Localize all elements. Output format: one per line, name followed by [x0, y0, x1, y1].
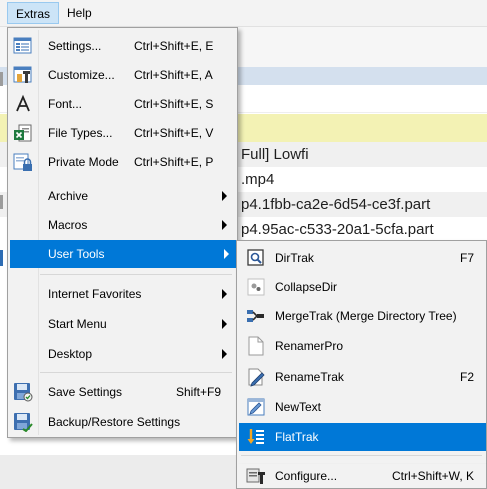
menu-item-label: Internet Favorites — [48, 287, 142, 301]
submenu-arrow-icon — [222, 349, 227, 359]
menu-item-backup-restore-settings[interactable]: Backup/Restore Settings — [10, 408, 235, 436]
menu-item-flattrak[interactable]: FlatTrak — [239, 423, 486, 451]
menu-item-internet-favorites[interactable]: Internet Favorites — [10, 280, 235, 308]
menu-item-label: CollapseDir — [275, 279, 338, 294]
menu-item-shortcut: Ctrl+Shift+E, P — [134, 155, 214, 169]
submenu-arrow-icon — [222, 319, 227, 329]
menu-item-shortcut: Shift+F9 — [176, 385, 222, 399]
menu-item-desktop[interactable]: Desktop — [10, 340, 235, 368]
configure-icon — [245, 465, 267, 487]
menu-extras[interactable]: Extras — [7, 2, 60, 24]
save-settings-icon — [12, 381, 34, 403]
menu-item-label: RenamerPro — [275, 339, 344, 353]
menu-item-user-tools[interactable]: User Tools — [10, 240, 237, 268]
menu-item-label: MergeTrak (Merge Directory Tree) — [275, 308, 457, 323]
newtext-icon — [245, 396, 267, 418]
file-types-icon — [12, 122, 34, 144]
menu-separator — [40, 372, 232, 373]
menu-item-customize[interactable]: Customize... Ctrl+Shift+E, A — [10, 61, 235, 89]
user-tools-submenu: DirTrak F7 CollapseDir MergeTrak (Merge … — [236, 240, 487, 466]
dirtrak-icon — [245, 247, 267, 269]
menu-item-label: Save Settings — [48, 385, 123, 399]
menu-item-configure[interactable]: Configure... Ctrl+Shift+W, K — [239, 464, 484, 488]
menu-separator — [241, 455, 482, 456]
renamerpro-icon — [245, 335, 267, 357]
font-icon — [12, 93, 34, 115]
menu-item-font[interactable]: Font... Ctrl+Shift+E, S — [10, 90, 235, 118]
settings-icon — [12, 35, 34, 57]
customize-icon — [12, 64, 34, 86]
menu-item-save-settings[interactable]: Save Settings Shift+F9 — [10, 378, 235, 406]
menu-item-label: RenameTrak — [275, 370, 344, 384]
mergetrak-icon — [245, 305, 267, 327]
menu-item-label: NewText — [275, 400, 322, 414]
menu-item-archive[interactable]: Archive — [10, 182, 235, 209]
submenu-arrow-icon — [222, 190, 227, 201]
background-edge-mark — [0, 72, 3, 86]
menu-item-label: DirTrak — [275, 250, 314, 265]
menu-item-label: Archive — [48, 188, 89, 203]
menu-help[interactable]: Help — [59, 2, 100, 24]
menu-item-dirtrak[interactable]: DirTrak F7 — [239, 244, 484, 271]
menu-item-label: Macros — [48, 217, 88, 232]
menu-item-shortcut: F7 — [459, 250, 474, 265]
flattrak-icon — [245, 426, 267, 448]
menu-bar: Extras Help — [0, 0, 487, 27]
extras-menu: Settings... Ctrl+Shift+E, E Customize...… — [7, 27, 238, 438]
private-mode-icon — [12, 151, 34, 173]
menu-item-label: Backup/Restore Settings — [48, 415, 181, 429]
menu-item-renametrak[interactable]: RenameTrak F2 — [239, 363, 484, 391]
submenu-arrow-icon — [224, 249, 229, 259]
menu-item-label: Private Mode — [48, 155, 119, 169]
user-tools-submenu-tail: Configure... Ctrl+Shift+W, K — [236, 464, 487, 489]
menu-item-macros[interactable]: Macros — [10, 211, 235, 238]
menu-item-label: User Tools — [48, 247, 105, 261]
menu-separator — [40, 274, 232, 275]
menu-item-label: Customize... — [48, 68, 115, 82]
menu-item-mergetrak[interactable]: MergeTrak (Merge Directory Tree) — [239, 302, 484, 329]
menu-item-collapsedir[interactable]: CollapseDir — [239, 273, 484, 300]
background-edge-mark — [0, 195, 3, 209]
menu-item-shortcut: F2 — [459, 370, 474, 384]
menu-item-label: Font... — [48, 97, 83, 111]
menu-item-label: FlatTrak — [275, 430, 319, 444]
collapsedir-icon — [245, 276, 267, 298]
menu-item-private-mode[interactable]: Private Mode Ctrl+Shift+E, P — [10, 148, 235, 176]
menu-item-label: Settings... — [48, 39, 102, 53]
menu-item-shortcut: Ctrl+Shift+E, S — [134, 97, 214, 111]
menu-item-file-types[interactable]: File Types... Ctrl+Shift+E, V — [10, 119, 235, 147]
backup-restore-icon — [12, 411, 34, 433]
submenu-arrow-icon — [222, 219, 227, 230]
submenu-arrow-icon — [222, 289, 227, 299]
menu-item-shortcut: Ctrl+Shift+W, K — [391, 469, 474, 483]
menu-item-shortcut: Ctrl+Shift+E, V — [134, 126, 214, 140]
menu-item-shortcut: Ctrl+Shift+E, E — [134, 39, 214, 53]
menu-item-label: Desktop — [48, 347, 93, 361]
menu-item-shortcut: Ctrl+Shift+E, A — [134, 68, 213, 82]
menu-item-start-menu[interactable]: Start Menu — [10, 310, 235, 338]
background-edge-mark — [0, 250, 3, 266]
menu-item-label: Configure... — [275, 469, 338, 483]
renametrak-icon — [245, 366, 267, 388]
menu-item-renamerpro[interactable]: RenamerPro — [239, 332, 484, 360]
menu-item-label: File Types... — [48, 126, 113, 140]
menu-item-settings[interactable]: Settings... Ctrl+Shift+E, E — [10, 32, 235, 60]
menu-item-label: Start Menu — [48, 317, 107, 331]
menu-item-newtext[interactable]: NewText — [239, 393, 484, 421]
